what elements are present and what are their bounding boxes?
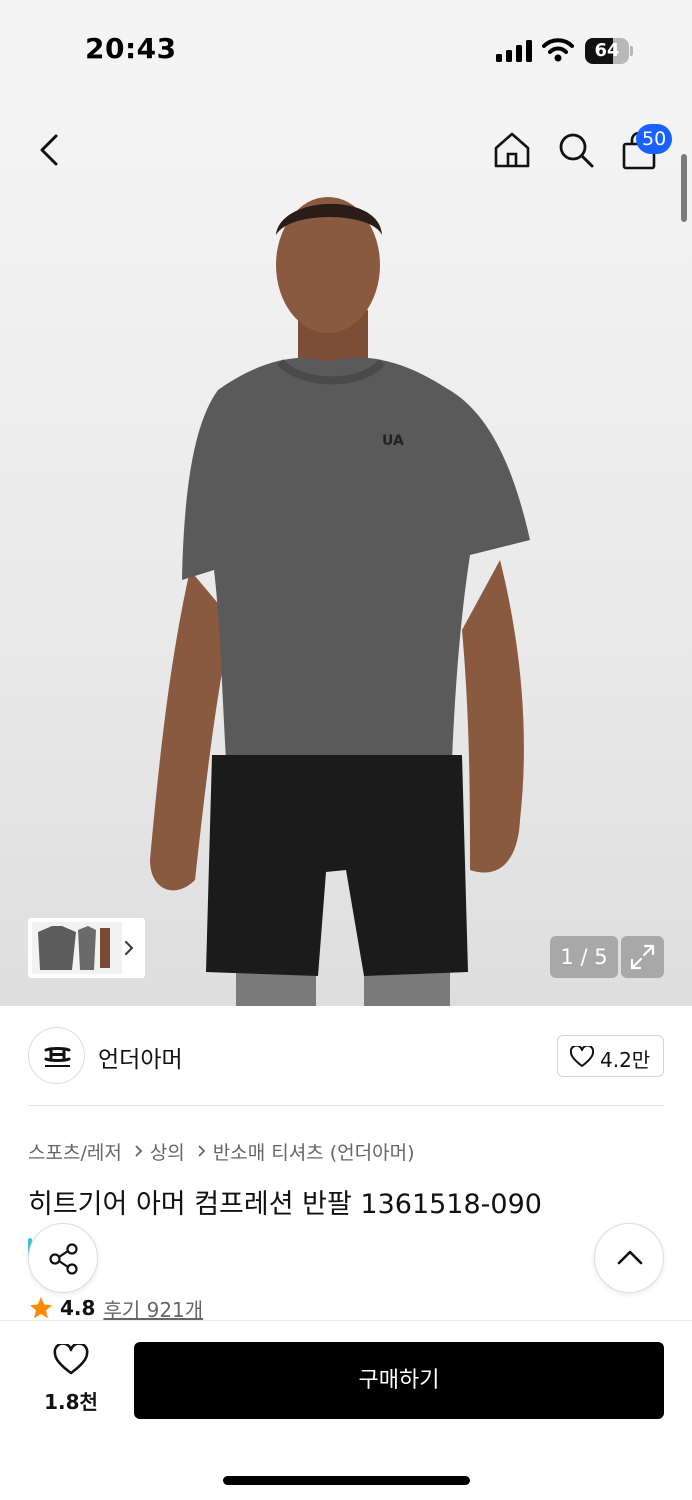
chevron-up-icon	[617, 1250, 643, 1265]
heart-outline-icon	[53, 1344, 89, 1375]
scrollbar[interactable]	[681, 154, 687, 222]
breadcrumb: 스포츠/레저 상의 반소매 티셔츠 (언더아머)	[28, 1136, 415, 1166]
breadcrumb-item[interactable]: 반소매 티셔츠 (언더아머)	[213, 1138, 415, 1165]
wishlist-count: 1.8천	[44, 1390, 98, 1414]
brand-like-count: 4.2만	[600, 1048, 651, 1072]
chevron-right-icon[interactable]	[121, 938, 137, 958]
brand-like-button[interactable]: 4.2만	[557, 1035, 664, 1077]
buy-button[interactable]: 구매하기	[134, 1342, 664, 1419]
brand-logo[interactable]	[28, 1027, 85, 1084]
expand-button[interactable]	[621, 936, 664, 978]
status-time: 20:43	[85, 32, 177, 65]
divider	[28, 1105, 664, 1106]
chevron-right-icon	[135, 1145, 143, 1157]
status-bar: 20:43 64	[0, 0, 692, 100]
page-indicator: 1 / 5	[550, 936, 618, 978]
under-armour-logo	[44, 1047, 71, 1067]
breadcrumb-item[interactable]: 스포츠/레저	[28, 1138, 122, 1165]
expand-icon	[630, 944, 655, 970]
reviews-link[interactable]: 후기 921개	[103, 1294, 203, 1323]
wishlist-button[interactable]: 1.8천	[40, 1344, 102, 1416]
rating-row: 4.8 후기 921개	[28, 1294, 203, 1322]
battery-level: 64	[594, 40, 620, 61]
home-icon[interactable]	[492, 130, 532, 170]
heart-outline-icon	[570, 1046, 594, 1067]
home-indicator[interactable]	[223, 1476, 470, 1485]
breadcrumb-item[interactable]: 상의	[150, 1138, 185, 1165]
share-button[interactable]	[28, 1223, 98, 1293]
back-arrow-icon[interactable]	[32, 130, 68, 170]
svg-text:UA: UA	[382, 433, 404, 449]
product-image[interactable]: UA	[0, 100, 692, 1006]
cart-count-badge: 50	[636, 124, 673, 154]
product-title: 히트기어 아머 컴프레션 반팔 1361518-090	[28, 1189, 542, 1220]
star-icon	[30, 1297, 52, 1319]
rating-score: 4.8	[60, 1296, 96, 1320]
share-icon	[49, 1243, 78, 1275]
battery-icon: 64	[585, 38, 633, 64]
signal-icon	[496, 40, 532, 62]
wifi-icon	[542, 38, 574, 62]
scroll-to-top-button[interactable]	[594, 1223, 664, 1293]
search-icon[interactable]	[556, 130, 596, 170]
thumbnail-images	[32, 922, 122, 974]
brand-name[interactable]: 언더아머	[98, 1040, 183, 1074]
product-photo: UA	[150, 197, 530, 1006]
chevron-right-icon	[198, 1145, 206, 1157]
